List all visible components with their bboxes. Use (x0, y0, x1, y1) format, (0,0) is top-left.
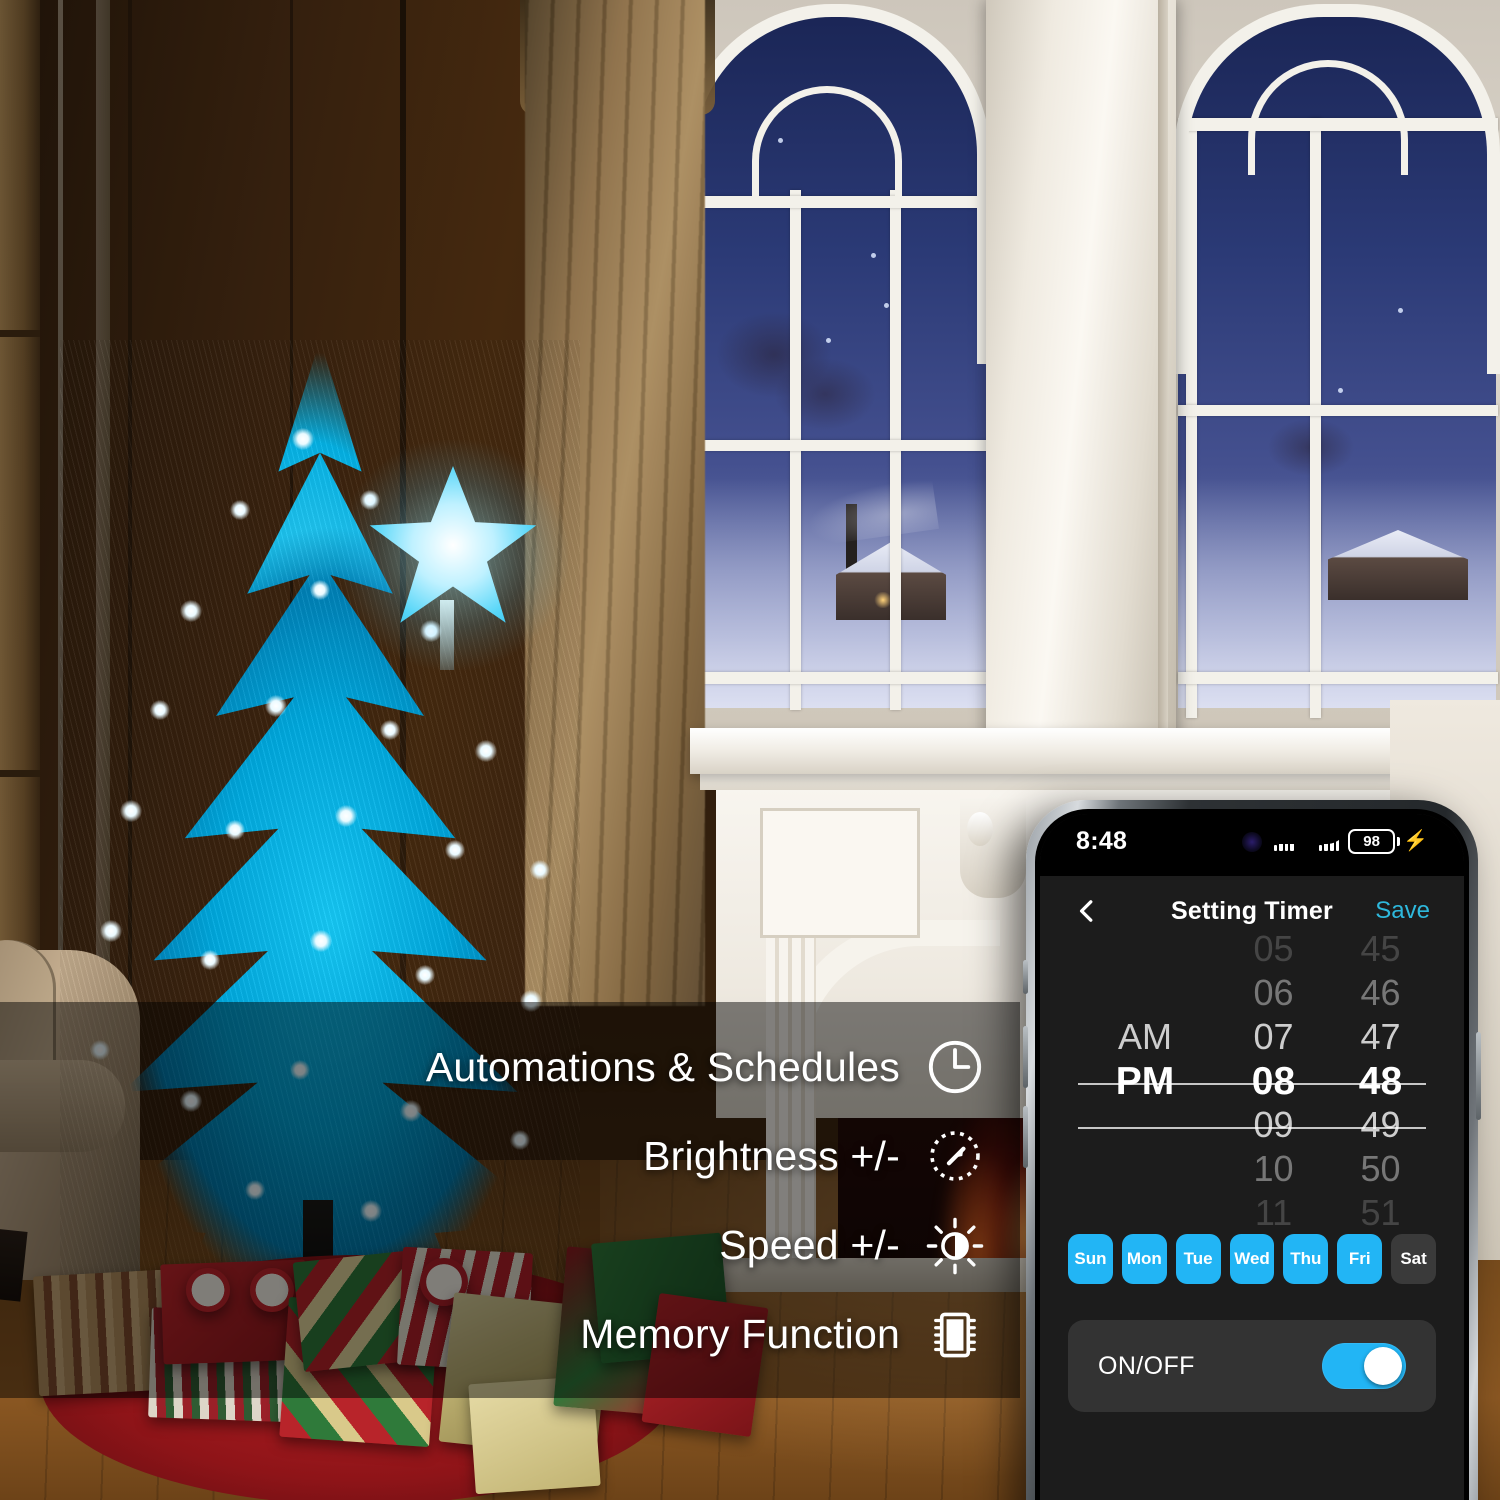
led-light (380, 720, 400, 740)
hour-option[interactable]: 09 (1253, 1103, 1293, 1147)
battery-percent: 98 (1348, 828, 1396, 854)
status-bar: 8:48 4G 5G 98 (1040, 814, 1464, 876)
led-light (230, 500, 250, 520)
day-chip-tue[interactable]: Tue (1175, 1234, 1221, 1284)
feature-row-memory: Memory Function (0, 1292, 984, 1378)
minute-option[interactable]: 47 (1360, 1015, 1400, 1059)
feature-list: Automations & Schedules Brightness +/- S… (0, 1002, 1010, 1398)
feature-row-speed: Speed +/- (0, 1203, 984, 1289)
led-light (100, 920, 122, 942)
minute-option[interactable]: 46 (1360, 971, 1400, 1015)
snowflake (1338, 388, 1343, 393)
day-chip-sun[interactable]: Sun (1068, 1234, 1113, 1284)
window-mullion (1310, 118, 1321, 718)
snowflake (871, 253, 876, 258)
lightning-bolt-icon: ⚡ (1403, 830, 1428, 852)
meridiem-option-am[interactable]: AM (1118, 1015, 1172, 1059)
status-time: 8:48 (1076, 826, 1128, 855)
screen-empty-area (1040, 1412, 1464, 1500)
fireplace-panel (760, 808, 920, 938)
minute-option[interactable]: 51 (1360, 1191, 1400, 1235)
star-topper-rod (440, 600, 454, 670)
time-picker[interactable]: AM PM 05 06 07 08 09 10 11 45 46 47 48 4… (1040, 931, 1464, 1231)
volume-down-button[interactable] (1023, 1106, 1028, 1168)
toggle-knob (1364, 1347, 1402, 1385)
led-light (150, 700, 170, 720)
product-lifestyle-image: Automations & Schedules Brightness +/- S… (0, 0, 1500, 1500)
led-light (180, 600, 202, 622)
minute-option-selected[interactable]: 48 (1359, 1059, 1402, 1103)
front-camera (1242, 832, 1262, 852)
hour-option[interactable]: 06 (1253, 971, 1293, 1015)
day-chip-thu[interactable]: Thu (1283, 1234, 1329, 1284)
onoff-toggle[interactable] (1322, 1343, 1406, 1389)
window-mullion (686, 440, 988, 451)
feature-row-brightness: Brightness +/- (0, 1113, 984, 1199)
led-light (530, 860, 550, 880)
snowflake (826, 338, 831, 343)
day-chip-sat[interactable]: Sat (1391, 1234, 1437, 1284)
window-pillar (986, 0, 1176, 775)
mute-switch[interactable] (1023, 960, 1028, 994)
window-mullion (1178, 405, 1498, 416)
meridiem-column[interactable]: AM PM (1070, 927, 1220, 1235)
power-button[interactable] (1476, 1032, 1481, 1120)
hour-option[interactable]: 11 (1255, 1191, 1292, 1235)
window-pillar-edge (1158, 0, 1168, 775)
led-light (120, 800, 142, 822)
fireplace-mantel-shelf (690, 728, 1450, 774)
snowflake (1398, 308, 1403, 313)
feature-label: Automations & Schedules (425, 1043, 900, 1090)
fireplace-knob (967, 812, 993, 846)
hour-option-selected[interactable]: 08 (1252, 1059, 1295, 1103)
meridiem-option-pm[interactable]: PM (1116, 1059, 1175, 1103)
hour-option[interactable]: 07 (1253, 1015, 1293, 1059)
hour-option[interactable]: 05 (1253, 927, 1293, 971)
battery-tip-icon (1397, 836, 1401, 846)
onoff-card[interactable]: ON/OFF (1068, 1320, 1436, 1412)
onoff-section: ON/OFF (1040, 1296, 1464, 1412)
hour-option[interactable]: 10 (1253, 1147, 1293, 1191)
feature-row-automations: Automations & Schedules (0, 1024, 984, 1110)
gauge-icon (930, 1131, 980, 1182)
minute-option[interactable]: 49 (1360, 1103, 1400, 1147)
wall-gap-line (0, 770, 40, 777)
led-light (445, 840, 465, 860)
hour-column[interactable]: 05 06 07 08 09 10 11 (1220, 927, 1327, 1235)
battery-indicator: 98 ⚡ (1348, 828, 1428, 854)
onoff-label: ON/OFF (1098, 1351, 1195, 1380)
smartphone-mockup: 8:48 4G 5G 98 (1023, 800, 1481, 1500)
day-chip-fri[interactable]: Fri (1337, 1234, 1383, 1284)
feature-label: Speed +/- (719, 1222, 900, 1269)
clock-icon (928, 1040, 982, 1094)
window-mullion (686, 672, 988, 684)
snowflake (884, 303, 889, 308)
phone-bezel: 8:48 4G 5G 98 (1035, 809, 1469, 1500)
led-light (475, 740, 497, 762)
save-button[interactable]: Save (1375, 897, 1430, 925)
volume-up-button[interactable] (1023, 1026, 1028, 1088)
minute-option[interactable]: 50 (1360, 1147, 1400, 1191)
feature-label: Brightness +/- (643, 1132, 900, 1179)
fireplace-corbel (960, 798, 1026, 898)
day-chip-wed[interactable]: Wed (1229, 1234, 1275, 1284)
half-sun-icon (926, 1217, 984, 1274)
window-mullion (686, 196, 988, 208)
minute-option[interactable]: 45 (1360, 927, 1400, 971)
minute-column[interactable]: 45 46 47 48 49 50 51 (1327, 927, 1434, 1235)
led-light (415, 965, 435, 985)
day-chip-mon[interactable]: Mon (1121, 1234, 1167, 1284)
window-mullion (1186, 118, 1197, 718)
wall-gap-line (0, 330, 40, 337)
memory-chip-icon (934, 1312, 976, 1358)
chevron-left-icon[interactable] (1074, 898, 1100, 924)
phone-screen: 8:48 4G 5G 98 (1040, 814, 1464, 1500)
feature-label: Memory Function (580, 1311, 900, 1358)
window-mullion (1178, 672, 1498, 684)
